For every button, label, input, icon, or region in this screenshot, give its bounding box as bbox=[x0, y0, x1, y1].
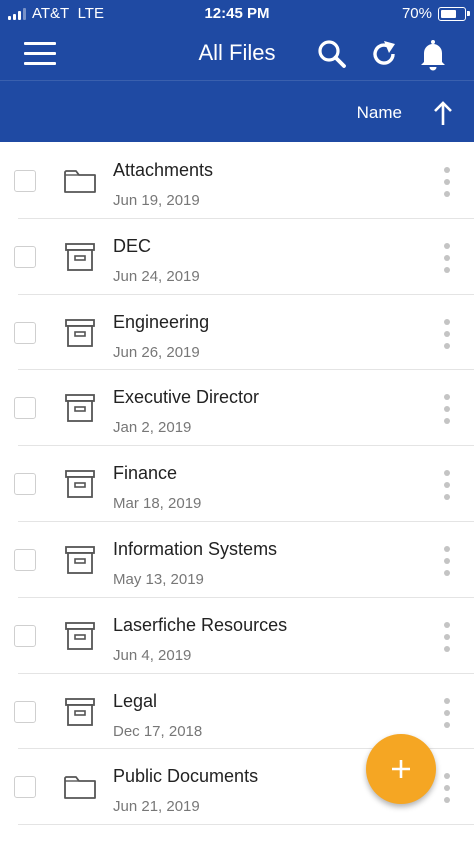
cabinet-icon bbox=[62, 317, 98, 349]
select-checkbox[interactable] bbox=[14, 624, 36, 647]
item-date: Dec 17, 2018 bbox=[113, 722, 203, 740]
item-name: DEC bbox=[113, 235, 152, 256]
item-date: Jun 21, 2019 bbox=[113, 798, 200, 816]
sort-field-button[interactable]: Name bbox=[357, 103, 402, 123]
list-item[interactable]: Engineering Jun 26, 2019 bbox=[0, 295, 474, 371]
folder-icon bbox=[62, 771, 98, 803]
more-options-icon[interactable] bbox=[437, 545, 457, 576]
item-date: Jun 26, 2019 bbox=[113, 343, 200, 361]
bell-icon[interactable] bbox=[415, 36, 451, 72]
list-item[interactable]: DEC Jun 24, 2019 bbox=[0, 219, 474, 295]
more-options-icon[interactable] bbox=[437, 318, 457, 349]
more-options-icon[interactable] bbox=[437, 470, 457, 501]
item-name: Executive Director bbox=[113, 387, 260, 408]
item-date: Jun 24, 2019 bbox=[113, 267, 200, 285]
item-name: Attachments bbox=[113, 160, 214, 180]
select-checkbox[interactable] bbox=[14, 548, 36, 571]
select-checkbox[interactable] bbox=[14, 776, 36, 799]
item-date: Jun 19, 2019 bbox=[113, 192, 200, 209]
app-header: AT&T LTE 12:45 PM 70% All Files Name bbox=[0, 0, 474, 142]
more-options-icon[interactable] bbox=[437, 167, 457, 197]
cabinet-icon bbox=[62, 696, 98, 728]
select-checkbox[interactable] bbox=[14, 245, 36, 268]
list-item[interactable]: Laserfiche Resources Jun 4, 2019 bbox=[0, 598, 474, 674]
file-list: Attachments Jun 19, 2019 DEC Jun 24, 2019 En… bbox=[0, 143, 474, 825]
list-item[interactable]: Executive Director Jan 2, 2019 bbox=[0, 370, 474, 446]
page-title: All Files bbox=[198, 40, 276, 65]
item-name: Engineering bbox=[113, 311, 210, 332]
cabinet-icon bbox=[62, 392, 98, 424]
select-checkbox[interactable] bbox=[14, 397, 36, 420]
item-name: Laserfiche Resources bbox=[113, 614, 288, 635]
arrow-up-icon[interactable] bbox=[428, 98, 458, 128]
item-date: Jan 2, 2019 bbox=[113, 419, 192, 437]
list-item[interactable]: Finance Mar 18, 2019 bbox=[0, 446, 474, 522]
battery-icon bbox=[438, 7, 470, 21]
item-name: Finance bbox=[113, 463, 178, 484]
item-date: Mar 18, 2019 bbox=[113, 495, 202, 513]
more-options-icon[interactable] bbox=[437, 773, 457, 804]
hamburger-menu-icon[interactable] bbox=[24, 42, 56, 66]
add-fab-button[interactable] bbox=[366, 734, 436, 804]
more-options-icon[interactable] bbox=[437, 621, 457, 652]
more-options-icon[interactable] bbox=[437, 242, 457, 273]
item-name: Information Systems bbox=[113, 538, 278, 559]
cabinet-icon bbox=[62, 241, 98, 273]
sort-bar: Name bbox=[0, 84, 474, 142]
select-checkbox[interactable] bbox=[14, 170, 36, 192]
status-bar: AT&T LTE 12:45 PM 70% bbox=[0, 0, 474, 28]
battery-percent: 70% bbox=[401, 5, 432, 22]
list-item[interactable]: Attachments Jun 19, 2019 bbox=[0, 143, 474, 219]
refresh-icon[interactable] bbox=[366, 36, 402, 72]
cabinet-icon bbox=[62, 468, 98, 500]
folder-icon bbox=[62, 165, 98, 197]
select-checkbox[interactable] bbox=[14, 700, 36, 723]
select-checkbox[interactable] bbox=[14, 321, 36, 344]
item-date: May 13, 2019 bbox=[113, 570, 204, 588]
plus-icon bbox=[392, 760, 410, 778]
toolbar: All Files bbox=[0, 28, 474, 80]
search-icon[interactable] bbox=[314, 36, 350, 72]
list-item[interactable]: Information Systems May 13, 2019 bbox=[0, 522, 474, 598]
select-checkbox[interactable] bbox=[14, 473, 36, 496]
more-options-icon[interactable] bbox=[437, 697, 457, 728]
header-divider bbox=[0, 80, 474, 81]
item-name: Public Documents bbox=[113, 766, 259, 787]
item-date: Jun 4, 2019 bbox=[113, 646, 192, 664]
cabinet-icon bbox=[62, 620, 98, 652]
cabinet-icon bbox=[62, 544, 98, 576]
more-options-icon[interactable] bbox=[437, 394, 457, 425]
item-name: Legal bbox=[113, 690, 158, 711]
